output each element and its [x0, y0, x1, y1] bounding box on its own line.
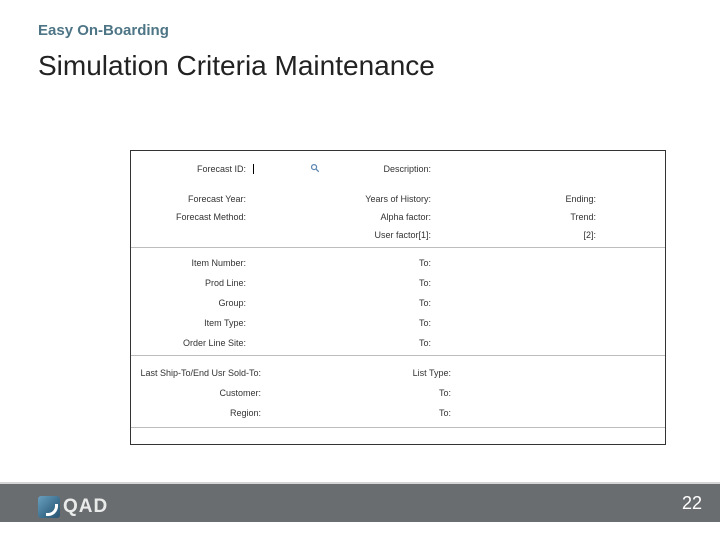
qad-logo-mark-icon: [38, 496, 60, 518]
label-order-line-site: Order Line Site:: [183, 338, 246, 348]
label-to-5: To:: [419, 338, 431, 348]
label-item-type: Item Type:: [204, 318, 246, 328]
label-user-factor1: User factor[1]:: [374, 230, 431, 240]
label-item-number: Item Number:: [191, 258, 246, 268]
separator-1: [131, 247, 665, 248]
label-to-1: To:: [419, 258, 431, 268]
label-forecast-id: Forecast ID:: [197, 164, 246, 174]
forecast-id-field[interactable]: [251, 161, 254, 179]
label-user-factor2: [2]:: [583, 230, 596, 240]
label-years-history: Years of History:: [365, 194, 431, 204]
page-number: 22: [682, 493, 702, 514]
label-forecast-method: Forecast Method:: [176, 212, 246, 222]
label-to-7: To:: [439, 408, 451, 418]
label-region: Region:: [230, 408, 261, 418]
label-trend: Trend:: [570, 212, 596, 222]
label-to-3: To:: [419, 298, 431, 308]
eyebrow-label: Easy On-Boarding: [38, 22, 169, 39]
qad-logo-text: QAD: [63, 496, 108, 518]
separator-2: [131, 355, 665, 356]
label-last-ship-to: Last Ship-To/End Usr Sold-To:: [140, 368, 261, 378]
label-ending: Ending:: [565, 194, 596, 204]
label-alpha-factor: Alpha factor:: [380, 212, 431, 222]
label-customer: Customer:: [219, 388, 261, 398]
slide: Easy On-Boarding Simulation Criteria Mai…: [0, 0, 720, 540]
label-to-2: To:: [419, 278, 431, 288]
label-to-4: To:: [419, 318, 431, 328]
label-forecast-year: Forecast Year:: [188, 194, 246, 204]
label-prod-line: Prod Line:: [205, 278, 246, 288]
slide-title: Simulation Criteria Maintenance: [38, 50, 435, 82]
label-to-6: To:: [439, 388, 451, 398]
separator-3: [131, 427, 665, 428]
label-list-type: List Type:: [413, 368, 451, 378]
label-group: Group:: [218, 298, 246, 308]
lookup-icon[interactable]: [310, 160, 320, 178]
form-screenshot: Forecast ID: Description: Forecast Year:…: [130, 150, 666, 445]
label-description: Description:: [383, 164, 431, 174]
qad-logo: QAD: [38, 496, 108, 518]
